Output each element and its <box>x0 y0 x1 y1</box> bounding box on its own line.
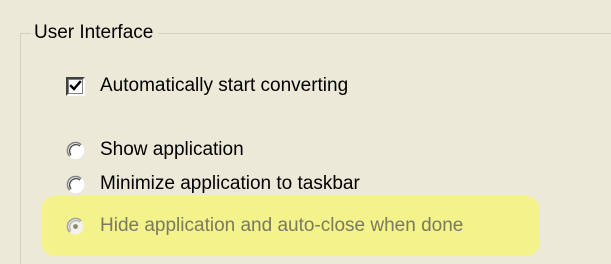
groupbox-title: User Interface <box>31 21 159 45</box>
auto-start-checkbox[interactable] <box>66 76 85 96</box>
auto-start-checkbox-row[interactable]: Automatically start converting <box>66 74 348 98</box>
radio-hide-application[interactable] <box>66 217 85 236</box>
minimize-application-label: Minimize application to taskbar <box>100 173 360 194</box>
show-application-label: Show application <box>100 139 244 160</box>
checkmark-icon <box>69 79 82 91</box>
hide-application-label: Hide application and auto-close when don… <box>100 215 464 236</box>
radio-show-application[interactable] <box>66 141 85 160</box>
radio-selected-icon <box>66 217 84 234</box>
radio-unselected-icon <box>66 175 85 193</box>
auto-start-label: Automatically start converting <box>100 75 349 96</box>
radio-unselected-icon <box>66 141 85 159</box>
radio-row-hide-application[interactable]: Hide application and auto-close when don… <box>66 214 463 238</box>
radio-row-show-application[interactable]: Show application <box>66 138 244 162</box>
radio-minimize-application[interactable] <box>66 175 85 194</box>
radio-row-minimize-application[interactable]: Minimize application to taskbar <box>66 172 360 196</box>
